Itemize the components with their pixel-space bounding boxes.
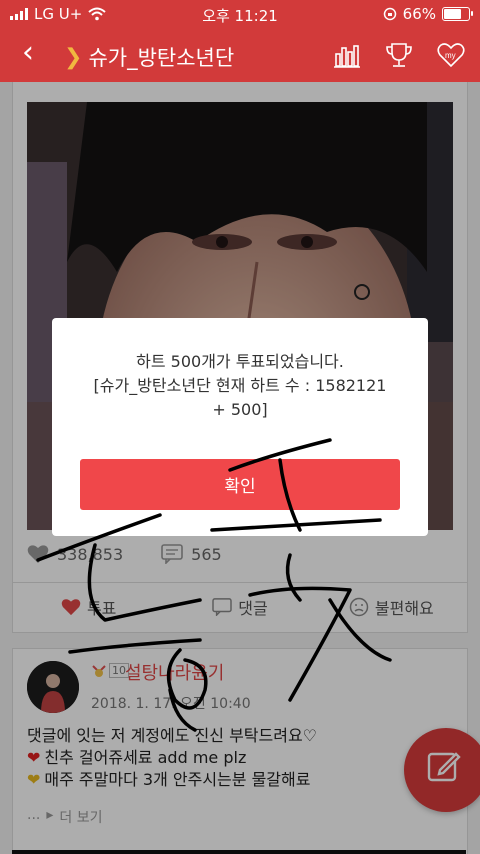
battery-percent: 66% bbox=[402, 5, 436, 23]
chart-icon[interactable] bbox=[332, 40, 362, 70]
dialog-message: 하트 500개가 투표되었습니다. [슈가_방탄소년단 현재 하트 수 : 15… bbox=[72, 350, 408, 422]
page-title: 슈가_방탄소년단 bbox=[88, 46, 235, 70]
orientation-lock-icon bbox=[383, 7, 396, 21]
my-heart-icon[interactable]: my bbox=[436, 40, 466, 70]
trophy-icon[interactable] bbox=[384, 40, 414, 70]
dialog-line-1: 하트 500개가 투표되었습니다. bbox=[136, 352, 344, 371]
confirm-button[interactable]: 확인 bbox=[80, 459, 400, 510]
dialog-line-3: + 500] bbox=[212, 400, 268, 419]
dialog-line-2: [슈가_방탄소년단 현재 하트 수 : 1582121 bbox=[93, 376, 387, 395]
app-header: ‹ ❯ 슈가_방탄소년단 my bbox=[0, 28, 480, 82]
chevron-right-icon: ❯ bbox=[64, 44, 83, 70]
svg-text:my: my bbox=[445, 51, 456, 60]
back-button[interactable]: ‹ bbox=[22, 38, 34, 68]
battery-icon bbox=[442, 7, 473, 21]
status-bar: LG U+ 오후 11:21 66% bbox=[0, 0, 480, 28]
vote-confirm-dialog: 하트 500개가 투표되었습니다. [슈가_방탄소년단 현재 하트 수 : 15… bbox=[52, 318, 428, 536]
